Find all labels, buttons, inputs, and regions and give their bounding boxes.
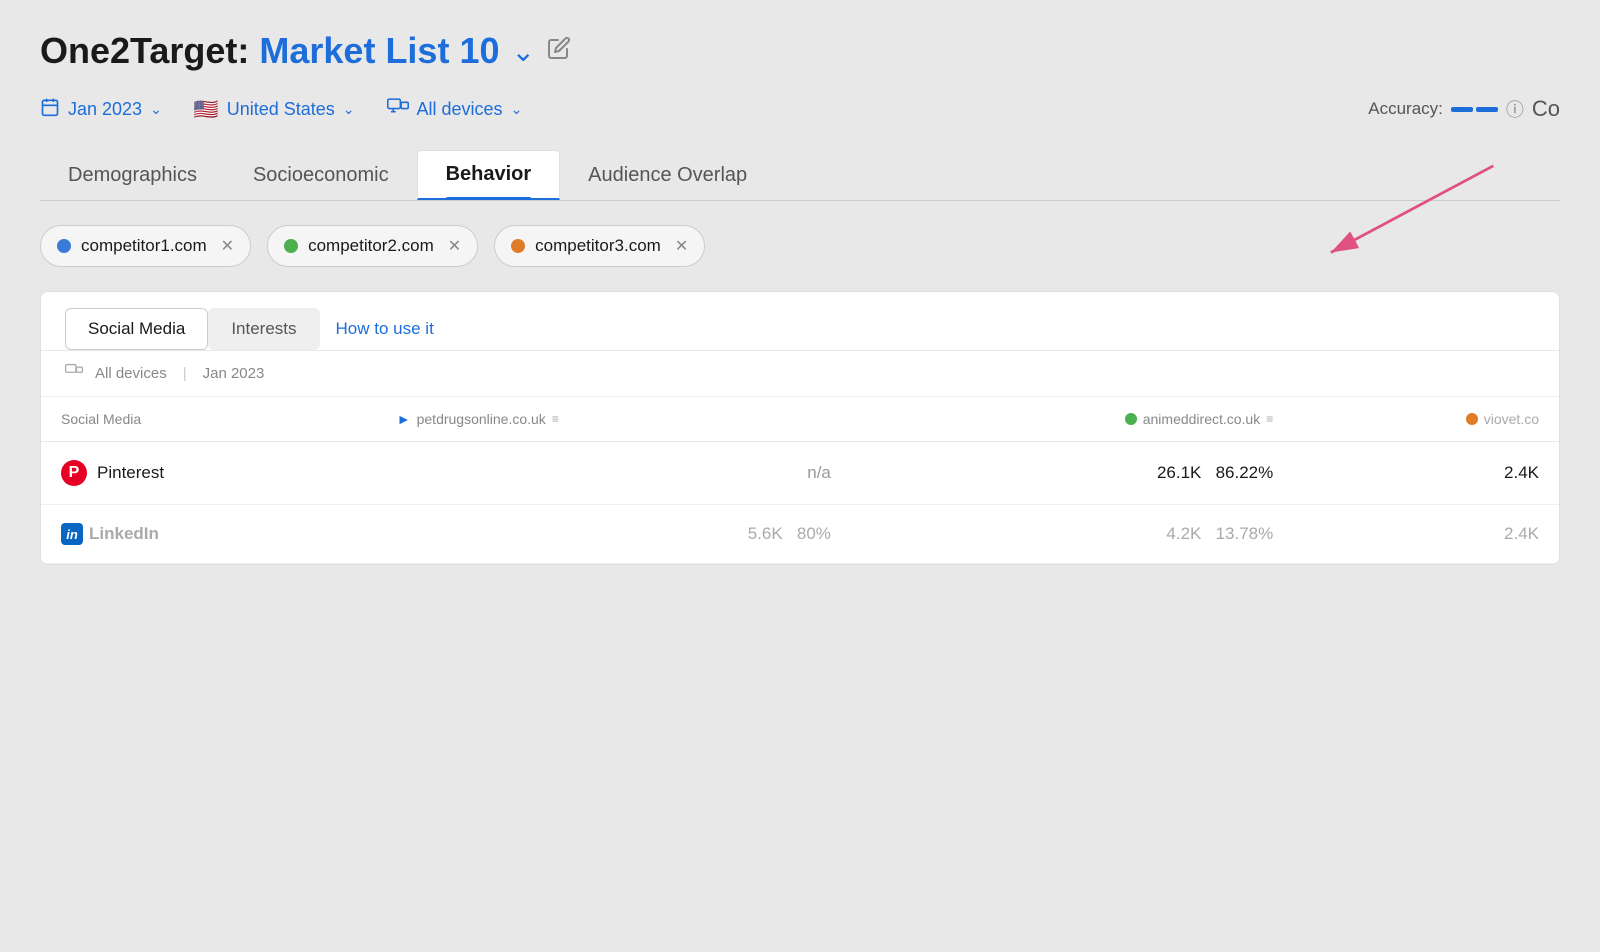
flag-icon: 🇺🇸 <box>194 97 219 122</box>
table-header-row: Social Media ► petdrugsonline.co.uk ≡ an… <box>41 397 1559 442</box>
sub-tabs-row: Social Media Interests How to use it <box>41 292 1559 351</box>
cell-linkedin-label: in LinkedIn <box>41 505 377 564</box>
sort-icon-1: ≡ <box>552 412 559 426</box>
sort-icon-2: ≡ <box>1266 412 1273 426</box>
country-chevron-icon: ⌄ <box>343 101 355 118</box>
edit-icon[interactable] <box>547 36 571 66</box>
tab-demographics[interactable]: Demographics <box>40 150 225 200</box>
accuracy-section: Accuracy: ⓘ Co <box>1368 96 1560 122</box>
competitor-label-2: competitor2.com <box>308 236 434 256</box>
date-filter[interactable]: Jan 2023 ⌄ <box>40 97 162 122</box>
sub-filters-row: All devices | Jan 2023 <box>41 351 1559 397</box>
data-table: Social Media ► petdrugsonline.co.uk ≡ an… <box>41 397 1559 564</box>
pinterest-icon: P <box>61 460 87 486</box>
header-dot-orange <box>1466 413 1478 425</box>
chevron-right-icon: ► <box>397 411 411 427</box>
devices-icon <box>387 97 409 122</box>
content-card: Social Media Interests How to use it All… <box>40 291 1560 565</box>
cell-linkedin-val2: 4.2K 13.78% <box>851 505 1293 564</box>
competitor-dot-3 <box>511 239 525 253</box>
country-label: United States <box>227 99 335 120</box>
competitors-row: competitor1.com ✕ competitor2.com ✕ comp… <box>40 225 1560 267</box>
col-header-site3: viovet.co <box>1293 397 1559 442</box>
tab-socioeconomic[interactable]: Socioeconomic <box>225 150 417 200</box>
divider: | <box>183 365 187 382</box>
competitor-close-2[interactable]: ✕ <box>448 236 461 256</box>
table-row-linkedin: in LinkedIn 5.6K 80% 4.2K 13.78% <box>41 505 1559 564</box>
tab-behavior[interactable]: Behavior <box>417 150 561 200</box>
sub-devices-icon <box>65 363 83 384</box>
cell-linkedin-val3: 2.4K <box>1293 505 1559 564</box>
col-header-site1: ► petdrugsonline.co.uk ≡ <box>377 397 851 442</box>
sub-devices-label: All devices <box>95 365 167 382</box>
cell-linkedin-val1: 5.6K 80% <box>377 505 851 564</box>
nav-tabs: Demographics Socioeconomic Behavior Audi… <box>40 150 1560 201</box>
filters-row: Jan 2023 ⌄ 🇺🇸 United States ⌄ All device… <box>40 96 1560 122</box>
cell-pinterest-val1: n/a <box>377 442 851 505</box>
calendar-icon <box>40 97 60 122</box>
competitor-dot-2 <box>284 239 298 253</box>
competitor-tag-1[interactable]: competitor1.com ✕ <box>40 225 251 267</box>
accuracy-label: Accuracy: <box>1368 99 1443 119</box>
cell-pinterest-label: P Pinterest <box>41 442 377 505</box>
devices-filter[interactable]: All devices ⌄ <box>387 97 523 122</box>
sub-tab-interests[interactable]: Interests <box>208 308 319 350</box>
info-icon[interactable]: ⓘ <box>1506 96 1524 122</box>
competitor-tag-2[interactable]: competitor2.com ✕ <box>267 225 478 267</box>
accuracy-bar-segment-1 <box>1451 107 1473 112</box>
competitor-dot-1 <box>57 239 71 253</box>
competitor-tag-3[interactable]: competitor3.com ✕ <box>494 225 705 267</box>
header-dot-green <box>1125 413 1137 425</box>
col-header-site2: animeddirect.co.uk ≡ <box>851 397 1293 442</box>
sub-tab-social-media[interactable]: Social Media <box>65 308 208 350</box>
linkedin-icon: in <box>61 523 83 545</box>
col-header-label: Social Media <box>41 397 377 442</box>
date-label: Jan 2023 <box>68 99 142 120</box>
how-to-link[interactable]: How to use it <box>336 319 434 339</box>
tab-audience-overlap[interactable]: Audience Overlap <box>560 150 775 200</box>
country-filter[interactable]: 🇺🇸 United States ⌄ <box>194 97 355 122</box>
competitor-label-1: competitor1.com <box>81 236 207 256</box>
title-chevron-icon[interactable]: ⌄ <box>512 35 535 68</box>
cell-pinterest-val3: 2.4K <box>1293 442 1559 505</box>
sub-date-label: Jan 2023 <box>203 365 265 382</box>
con-label: Co <box>1532 96 1560 122</box>
date-chevron-icon: ⌄ <box>150 101 162 118</box>
competitor-close-1[interactable]: ✕ <box>221 236 234 256</box>
competitor-label-3: competitor3.com <box>535 236 661 256</box>
cell-pinterest-val2: 26.1K 86.22% <box>851 442 1293 505</box>
page-wrapper: One2Target: Market List 10 ⌄ Jan 2023 ⌄ <box>0 0 1600 952</box>
table-row-pinterest: P Pinterest n/a 26.1K 86.22% 2.4K <box>41 442 1559 505</box>
devices-label: All devices <box>417 99 503 120</box>
accuracy-bar-segment-2 <box>1476 107 1498 112</box>
page-title: One2Target: Market List 10 <box>40 30 500 72</box>
devices-chevron-icon: ⌄ <box>511 101 523 118</box>
accuracy-bar <box>1451 107 1498 112</box>
competitor-close-3[interactable]: ✕ <box>675 236 688 256</box>
page-title-section: One2Target: Market List 10 ⌄ <box>40 30 1560 72</box>
